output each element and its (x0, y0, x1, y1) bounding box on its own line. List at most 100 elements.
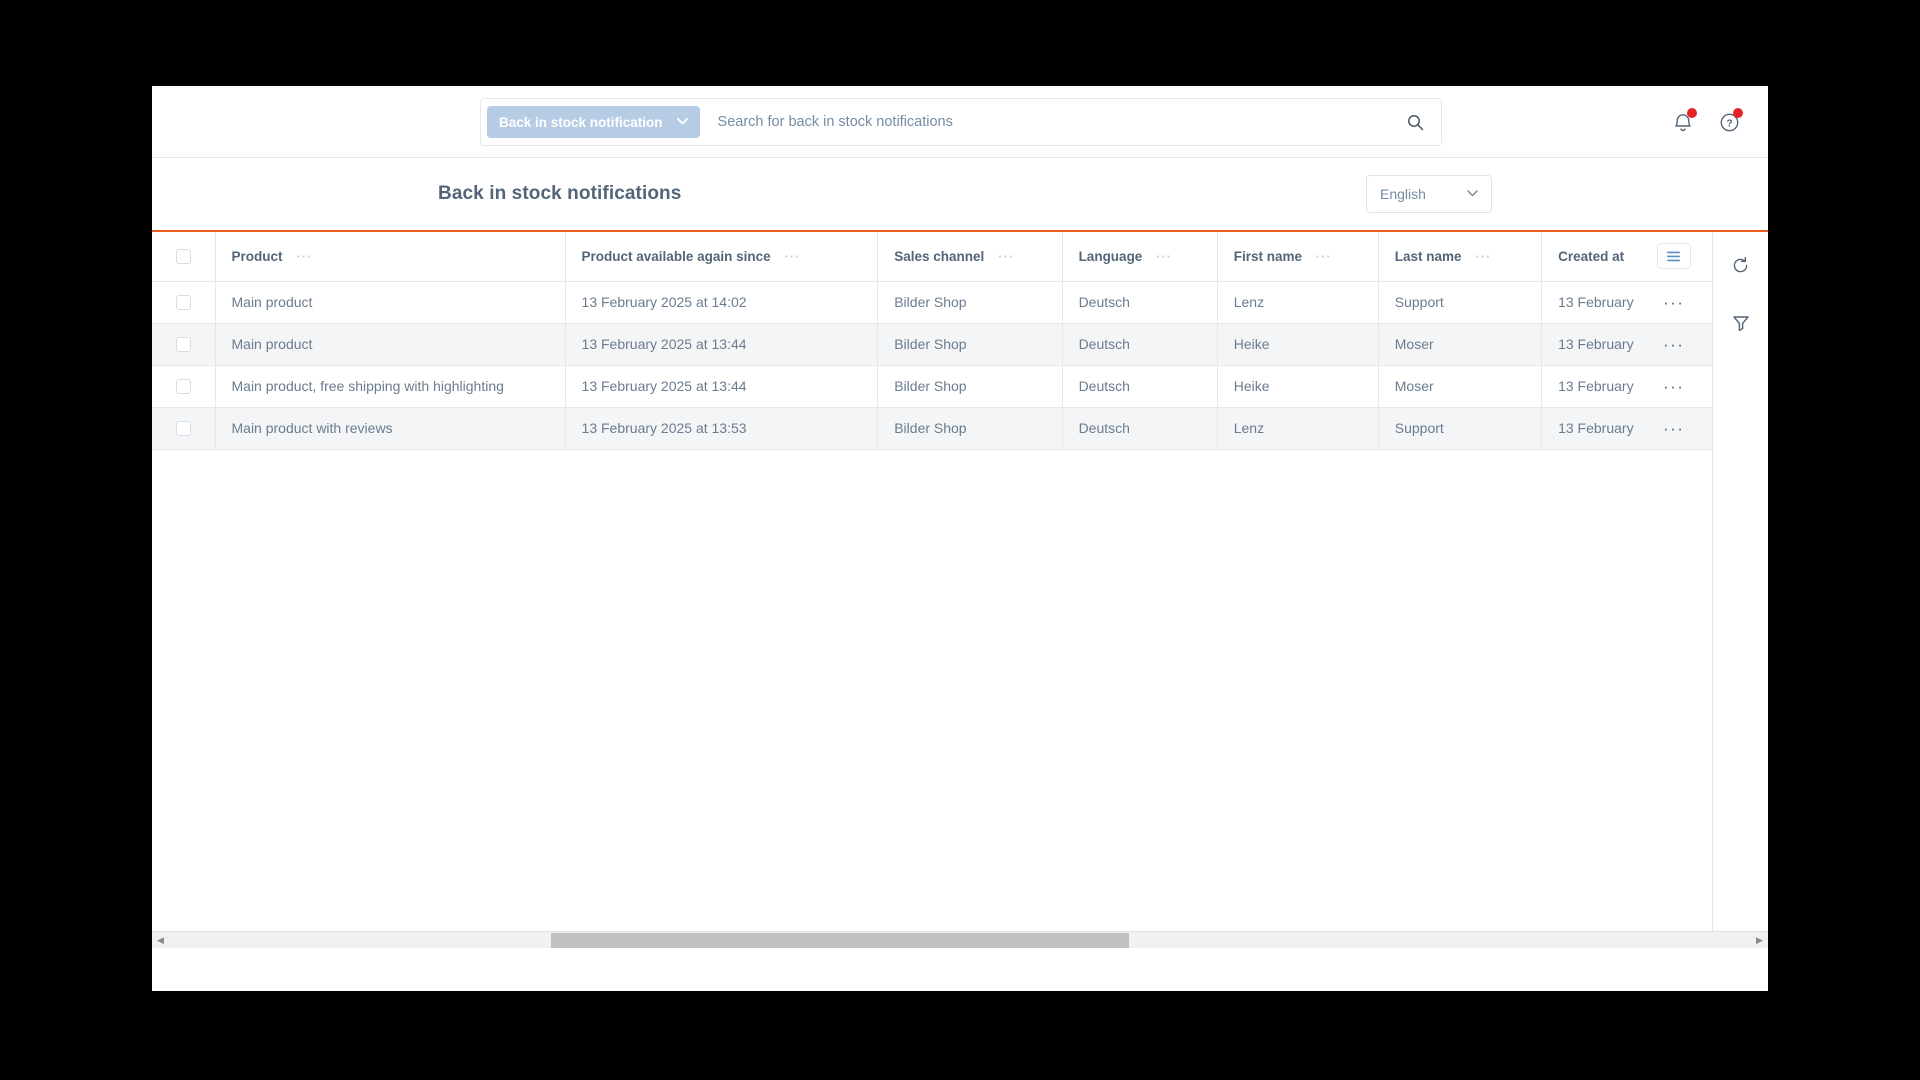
row-select-cell (152, 407, 216, 450)
row-actions-cell: ··· (1634, 407, 1712, 450)
cell-product: Main product with reviews (215, 407, 566, 450)
column-menu-icon[interactable]: ··· (1475, 249, 1491, 264)
cell-first-name: Heike (1217, 323, 1379, 366)
column-header-label: Product (231, 248, 283, 264)
column-header-label: Sales channel (894, 248, 985, 264)
table-header-row-group: Product ··· Product available again sinc… (152, 232, 1712, 282)
row-context-menu-button[interactable]: ··· (1663, 420, 1684, 437)
cell-last-name: Moser (1378, 365, 1543, 408)
scrollbar-left-arrow[interactable]: ◀ (152, 932, 169, 949)
cell-product: Main product, free shipping with highlig… (215, 365, 566, 408)
table-horizontal-scroll-region[interactable]: Product ··· Product available again sinc… (152, 232, 1712, 948)
row-select-checkbox[interactable] (175, 294, 191, 310)
column-header-sales-channel[interactable]: Sales channel ··· (877, 232, 1063, 282)
search-input[interactable] (699, 114, 1395, 130)
cell-first-name: Lenz (1217, 281, 1379, 324)
cell-available-since: 13 February 2025 at 13:44 (565, 323, 879, 366)
scrollbar-thumb[interactable] (551, 932, 1129, 948)
row-select-checkbox[interactable] (175, 336, 191, 352)
scrollbar-right-arrow[interactable]: ▶ (1751, 932, 1768, 949)
cell-sales-channel: Bilder Shop (877, 281, 1063, 324)
column-menu-icon[interactable]: ··· (1156, 249, 1172, 264)
column-menu-icon[interactable]: ··· (1316, 249, 1332, 264)
select-all-checkbox[interactable] (175, 248, 191, 264)
cell-language: Deutsch (1062, 323, 1218, 366)
application-window: Back in stock notification Search for ba… (152, 86, 1768, 991)
table-row[interactable]: Main product, free shipping with highlig… (152, 365, 1712, 408)
column-header-product[interactable]: Product ··· (215, 232, 566, 282)
cell-last-name: Support (1378, 407, 1543, 450)
global-search-bar: Back in stock notification (480, 98, 1442, 146)
cell-first-name: Lenz (1217, 407, 1379, 450)
refresh-button[interactable] (1726, 250, 1756, 280)
cell-sales-channel: Bilder Shop (877, 365, 1063, 408)
cell-product: Main product (215, 323, 566, 366)
row-select-cell (152, 323, 216, 366)
row-actions-cell: ··· (1634, 323, 1712, 366)
column-header-last-name[interactable]: Last name ··· (1378, 232, 1543, 282)
top-bar: Back in stock notification Search for ba… (152, 86, 1768, 158)
page-title: Back in stock notifications (438, 183, 682, 204)
scrollbar-track[interactable] (169, 932, 1751, 949)
cell-sales-channel: Bilder Shop (877, 323, 1063, 366)
help-button[interactable]: ? (1714, 107, 1744, 137)
refresh-icon (1733, 256, 1748, 272)
cell-available-since: 13 February 2025 at 13:53 (565, 407, 879, 450)
column-header-label: Product available again since (581, 248, 771, 264)
search-icon[interactable] (1395, 102, 1435, 142)
back-in-stock-notifications-table: Product ··· Product available again sinc… (152, 232, 1712, 450)
column-header-label: Language (1078, 248, 1143, 264)
cell-first-name: Heike (1217, 365, 1379, 408)
column-header-label: First name (1233, 248, 1303, 264)
column-settings-button[interactable] (1656, 243, 1691, 270)
notification-badge-dot (1687, 108, 1697, 118)
table-row[interactable]: Main product 13 February 2025 at 13:44 Bil… (152, 323, 1712, 366)
cell-last-name: Support (1378, 281, 1543, 324)
cell-sales-channel: Bilder Shop (877, 407, 1063, 450)
row-select-checkbox[interactable] (175, 420, 191, 436)
cell-language: Deutsch (1062, 281, 1218, 324)
funnel-filter-icon (1732, 316, 1749, 332)
horizontal-scrollbar[interactable]: ◀ ▶ (152, 931, 1768, 948)
chevron-down-icon (676, 117, 688, 128)
cell-language: Deutsch (1062, 407, 1218, 450)
row-context-menu-button[interactable]: ··· (1663, 378, 1684, 395)
svg-text:?: ? (1726, 118, 1732, 129)
column-header-label: Last name (1394, 248, 1462, 264)
column-header-product-available-again-since[interactable]: Product available again since ··· (565, 232, 879, 282)
notifications-button[interactable] (1668, 107, 1698, 137)
row-select-checkbox[interactable] (175, 378, 191, 394)
cell-language: Deutsch (1062, 365, 1218, 408)
row-context-menu-button[interactable]: ··· (1663, 336, 1684, 353)
row-select-cell (152, 281, 216, 324)
select-all-header-cell (152, 232, 216, 282)
row-actions-cell: ··· (1634, 281, 1712, 324)
table-body: Main product 13 February 2025 at 14:02 Bil… (152, 281, 1712, 450)
table-row[interactable]: Main product with reviews 13 February 202… (152, 407, 1712, 450)
columns-settings-header-cell (1634, 232, 1712, 282)
table-header-row: Product ··· Product available again sinc… (152, 232, 1712, 282)
column-header-language[interactable]: Language ··· (1062, 232, 1218, 282)
language-select[interactable]: English (1366, 175, 1492, 213)
filter-button[interactable] (1726, 308, 1756, 338)
chevron-down-icon (1467, 188, 1478, 200)
cell-available-since: 13 February 2025 at 14:02 (565, 281, 879, 324)
help-badge-dot (1733, 108, 1743, 118)
cell-available-since: 13 February 2025 at 13:44 (565, 365, 879, 408)
row-context-menu-button[interactable]: ··· (1663, 294, 1684, 311)
column-header-label: Created at (1558, 248, 1625, 264)
column-menu-icon[interactable]: ··· (998, 249, 1014, 264)
entity-type-select[interactable]: Back in stock notification (487, 106, 700, 138)
column-menu-icon[interactable]: ··· (296, 249, 312, 264)
row-actions-cell: ··· (1634, 365, 1712, 408)
cell-last-name: Moser (1378, 323, 1543, 366)
table-area: Product ··· Product available again sinc… (152, 232, 1768, 948)
cell-product: Main product (215, 281, 566, 324)
list-lines-icon (1667, 251, 1681, 261)
page-header: Back in stock notifications English (152, 158, 1768, 232)
entity-type-label: Back in stock notification (499, 114, 663, 130)
table-row[interactable]: Main product 13 February 2025 at 14:02 Bil… (152, 281, 1712, 324)
row-select-cell (152, 365, 216, 408)
column-menu-icon[interactable]: ··· (784, 249, 800, 264)
column-header-first-name[interactable]: First name ··· (1217, 232, 1379, 282)
